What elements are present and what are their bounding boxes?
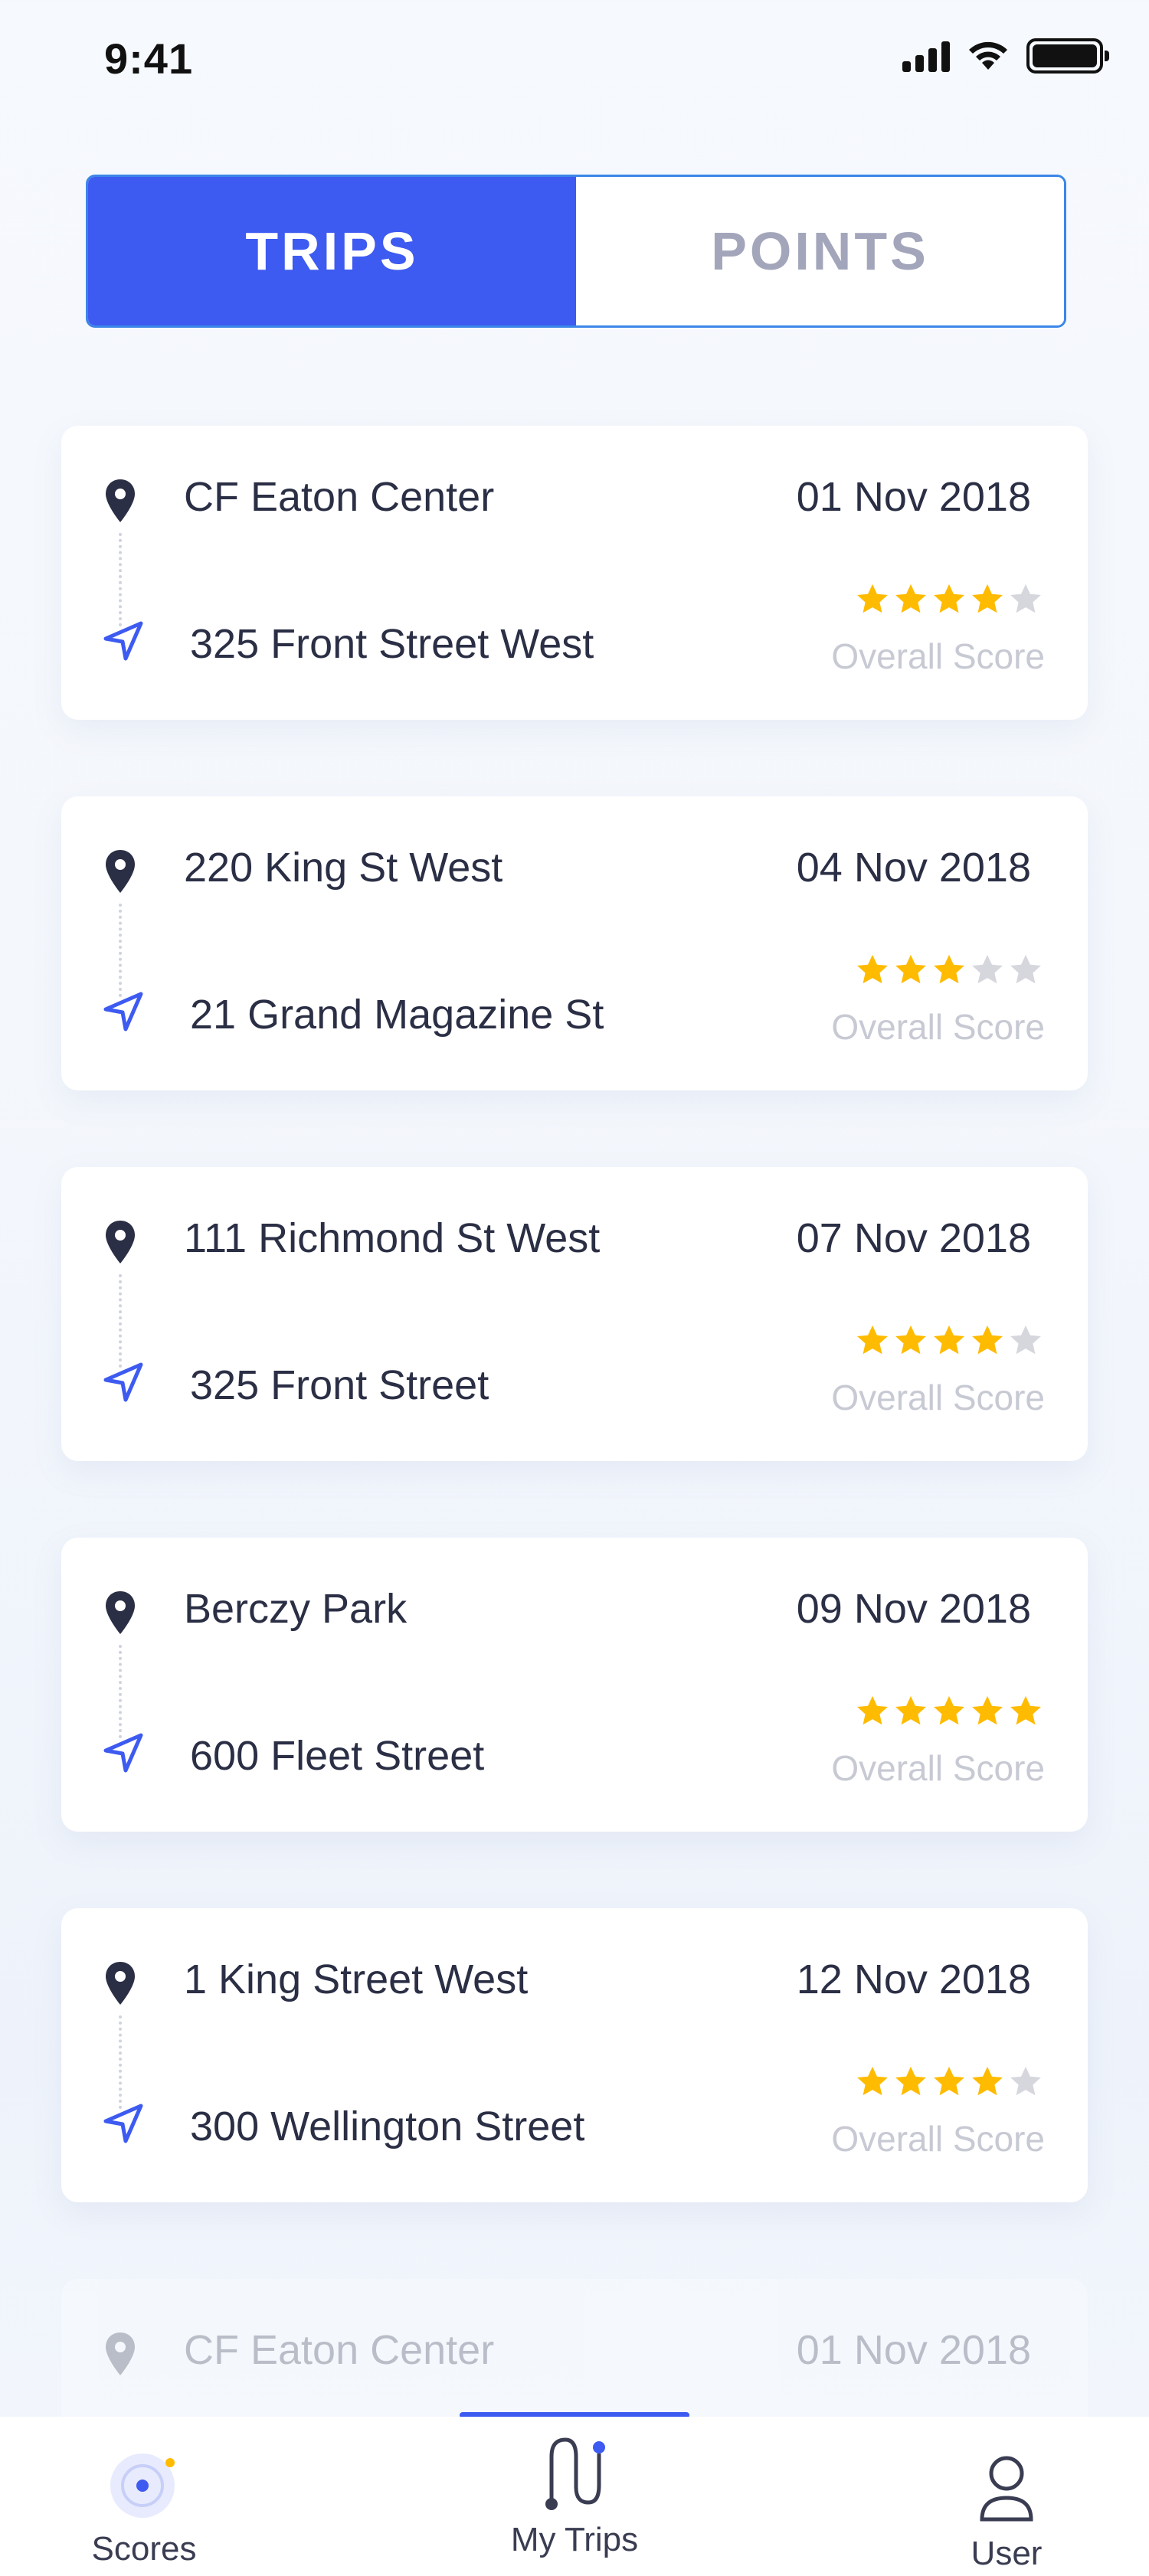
overall-score-label: Overall Score — [831, 1748, 1045, 1788]
star-filled-icon — [857, 954, 888, 984]
route-icon — [545, 2437, 605, 2510]
trip-card[interactable]: 1 King Street West 12 Nov 2018 300 Welling… — [61, 1908, 1088, 2202]
rating-stars — [855, 1323, 1043, 1358]
trip-origin: 220 King St West — [184, 845, 503, 891]
tab-my-trips[interactable]: My Trips — [506, 2432, 643, 2559]
overall-score-label: Overall Score — [831, 1378, 1045, 1417]
rating-stars — [855, 953, 1043, 988]
star-filled-icon — [895, 584, 926, 613]
overall-score-label: Overall Score — [831, 2119, 1045, 2159]
tab-scores-label: Scores — [91, 2530, 197, 2568]
tab-trips[interactable]: TRIPS — [88, 177, 576, 325]
trip-origin: 111 Richmond St West — [184, 1215, 601, 1261]
bottom-tab-bar: Scores My Trips User — [0, 2417, 1149, 2576]
star-filled-icon — [934, 1325, 964, 1355]
navigation-arrow-icon — [103, 1733, 143, 1773]
trip-list: CF Eaton Center 01 Nov 2018 325 Front Stre… — [61, 426, 1088, 2576]
star-filled-icon — [895, 2066, 926, 2096]
overall-score-label: Overall Score — [831, 636, 1045, 676]
star-empty-icon — [1010, 1325, 1041, 1355]
star-filled-icon — [895, 954, 926, 984]
star-filled-icon — [895, 1325, 926, 1355]
navigation-arrow-icon — [103, 1362, 143, 1402]
trip-date: 01 Nov 2018 — [796, 474, 1031, 520]
rating-stars — [855, 582, 1043, 617]
star-empty-icon — [1010, 584, 1041, 613]
star-empty-icon — [972, 954, 1003, 984]
location-pin-icon — [106, 1591, 135, 1634]
star-filled-icon — [1010, 1695, 1041, 1725]
tab-scores[interactable]: Scores — [83, 2446, 205, 2568]
location-pin-icon — [106, 1221, 135, 1263]
star-filled-icon — [895, 1695, 926, 1725]
star-filled-icon — [934, 954, 964, 984]
navigation-arrow-icon — [103, 2104, 143, 2143]
trip-date: 04 Nov 2018 — [796, 845, 1031, 891]
star-filled-icon — [934, 584, 964, 613]
star-filled-icon — [857, 2066, 888, 2096]
star-filled-icon — [857, 1325, 888, 1355]
trip-date: 01 Nov 2018 — [796, 2327, 1031, 2373]
trip-date: 07 Nov 2018 — [796, 1215, 1031, 1261]
star-filled-icon — [972, 584, 1003, 613]
trip-destination: 21 Grand Magazine St — [190, 992, 604, 1038]
location-pin-icon — [106, 1962, 135, 2005]
star-filled-icon — [972, 1695, 1003, 1725]
battery-icon — [1026, 38, 1109, 74]
user-icon — [980, 2456, 1033, 2522]
star-filled-icon — [857, 1695, 888, 1725]
route-dots — [119, 1645, 122, 1738]
route-dots — [119, 1274, 122, 1368]
status-icons — [902, 38, 1109, 74]
trip-origin: CF Eaton Center — [184, 2327, 495, 2373]
star-filled-icon — [972, 2066, 1003, 2096]
trip-card[interactable]: CF Eaton Center 01 Nov 2018 325 Front Stre… — [61, 426, 1088, 720]
trips-points-toggle: TRIPS POINTS — [86, 175, 1066, 328]
location-pin-icon — [106, 479, 135, 522]
tab-user-label: User — [971, 2535, 1043, 2572]
trip-card[interactable]: 220 King St West 04 Nov 2018 21 Grand Maga… — [61, 796, 1088, 1090]
trip-origin: Berczy Park — [184, 1586, 408, 1632]
tab-my-trips-label: My Trips — [510, 2521, 639, 2558]
star-filled-icon — [934, 1695, 964, 1725]
location-pin-icon — [106, 2332, 135, 2375]
star-filled-icon — [972, 1325, 1003, 1355]
rating-stars — [855, 1694, 1043, 1729]
trip-origin: CF Eaton Center — [184, 474, 495, 520]
trip-destination: 325 Front Street West — [190, 621, 594, 667]
trip-destination: 300 Wellington Street — [190, 2104, 585, 2149]
overall-score-label: Overall Score — [831, 1007, 1045, 1047]
navigation-arrow-icon — [103, 992, 143, 1031]
status-bar: 9:41 — [0, 0, 1149, 115]
tab-points[interactable]: POINTS — [576, 177, 1064, 325]
star-filled-icon — [857, 584, 888, 613]
trip-origin: 1 King Street West — [184, 1957, 529, 2002]
star-empty-icon — [1010, 2066, 1041, 2096]
route-dots — [119, 904, 122, 997]
scores-icon — [110, 2453, 175, 2518]
route-dots — [119, 2015, 122, 2109]
wifi-icon — [969, 41, 1007, 70]
trip-card[interactable]: 111 Richmond St West 07 Nov 2018 325 Front… — [61, 1167, 1088, 1461]
star-filled-icon — [934, 2066, 964, 2096]
star-empty-icon — [1010, 954, 1041, 984]
trip-destination: 600 Fleet Street — [190, 1733, 485, 1779]
trip-card[interactable]: Berczy Park 09 Nov 2018 600 Fleet Street Ov… — [61, 1538, 1088, 1832]
tab-user[interactable]: User — [953, 2450, 1060, 2573]
status-time: 9:41 — [104, 34, 194, 83]
rating-stars — [855, 2064, 1043, 2100]
navigation-arrow-icon — [103, 621, 143, 661]
cellular-signal-icon — [902, 40, 950, 72]
trip-destination: 325 Front Street — [190, 1362, 489, 1408]
route-dots — [119, 533, 122, 626]
location-pin-icon — [106, 850, 135, 893]
trip-date: 12 Nov 2018 — [796, 1957, 1031, 2002]
trip-date: 09 Nov 2018 — [796, 1586, 1031, 1632]
